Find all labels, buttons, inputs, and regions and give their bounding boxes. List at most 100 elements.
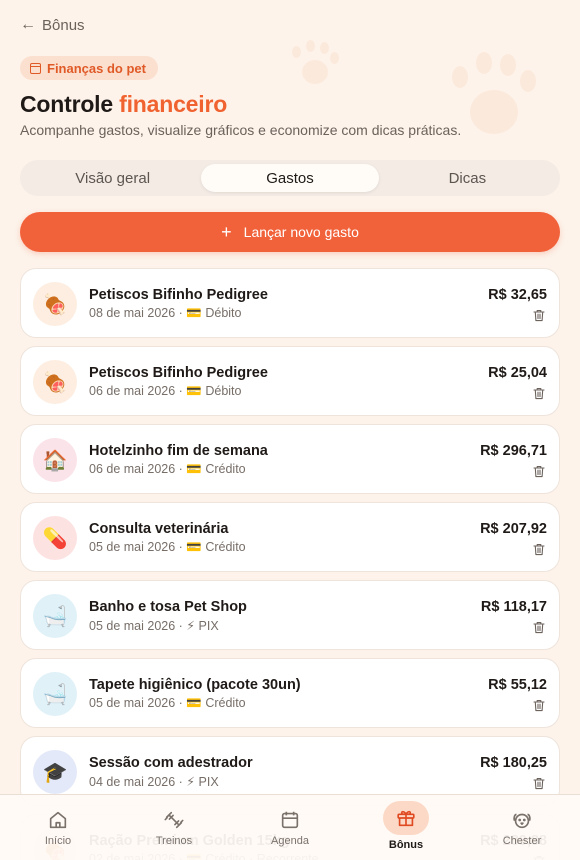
bathtub-icon: 🛁 — [33, 672, 77, 716]
nav-item-treinos[interactable]: Treinos — [116, 795, 232, 860]
tab-bar: Visão geral Gastos Dicas — [20, 160, 560, 196]
meta-separator: · — [175, 775, 187, 789]
nav-item-bonus[interactable]: Bônus — [348, 795, 464, 860]
expense-amount: R$ 32,65 — [488, 287, 547, 303]
trash-icon[interactable] — [533, 387, 545, 400]
nav-item-label: Agenda — [271, 834, 309, 847]
expense-name: Tapete higiênico (pacote 30un) — [89, 677, 301, 693]
meat-icon: 🍖 — [33, 282, 77, 326]
tab-gastos[interactable]: Gastos — [201, 164, 379, 192]
expense-name: Sessão com adestrador — [89, 755, 253, 771]
payment-method: Crédito — [205, 462, 246, 476]
expense-date: 05 de mai 2026 — [89, 619, 176, 633]
expense-date: 05 de mai 2026 — [89, 696, 176, 710]
expense-card[interactable]: 🍖 Petiscos Bifinho Pedigree 08 de mai 2026… — [20, 268, 560, 338]
meta-separator: · — [175, 540, 187, 554]
graduation-cap-icon: 🎓 — [33, 750, 77, 794]
expense-card[interactable]: 🛁 Tapete higiênico (pacote 30un) 05 de mai… — [20, 658, 560, 728]
expense-meta: 04 de mai 2026 · ⚡ PIX — [89, 774, 219, 789]
card-icon: 💳 — [186, 384, 206, 398]
expense-card[interactable]: 🍖 Petiscos Bifinho Pedigree 06 de mai 2026… — [20, 346, 560, 416]
gift-icon — [383, 800, 429, 835]
expense-amount: R$ 55,12 — [488, 677, 547, 693]
pill-icon: 💊 — [33, 516, 77, 560]
nav-item-agenda[interactable]: Agenda — [232, 795, 348, 860]
expense-list: 🍖 Petiscos Bifinho Pedigree 08 de mai 2026… — [20, 268, 560, 860]
expense-meta: 06 de mai 2026 · 💳 Débito — [89, 384, 241, 399]
trash-icon[interactable] — [533, 465, 545, 478]
section-chip-label: Finanças do pet — [47, 60, 146, 76]
tab-dicas[interactable]: Dicas — [379, 164, 556, 192]
card-icon: 💳 — [186, 306, 206, 320]
nav-item-inicio[interactable]: Início — [0, 795, 116, 860]
card-icon: 💳 — [186, 696, 206, 710]
back-link-label: Bônus — [42, 16, 85, 34]
nav-item-chester[interactable]: Chester — [464, 795, 580, 860]
nav-item-label: Início — [44, 834, 72, 847]
meta-separator: · — [175, 696, 187, 710]
payment-method: PIX — [198, 775, 219, 789]
expense-date: 04 de mai 2026 — [89, 775, 176, 789]
expense-meta: 06 de mai 2026 · 💳 Crédito — [89, 462, 246, 477]
expense-name: Banho e tosa Pet Shop — [89, 599, 247, 615]
arrow-left-icon: ← — [20, 16, 36, 33]
expense-name: Consulta veterinária — [89, 521, 229, 537]
lightning-icon: ⚡ — [186, 619, 199, 633]
payment-method: PIX — [198, 619, 219, 633]
expense-name: Hotelzinho fim de semana — [89, 443, 268, 459]
expense-meta: 05 de mai 2026 · ⚡ PIX — [89, 618, 219, 633]
expense-amount: R$ 118,17 — [480, 599, 547, 615]
card-icon: 💳 — [186, 540, 206, 554]
trash-icon[interactable] — [533, 777, 545, 790]
trash-icon[interactable] — [533, 621, 545, 634]
expense-date: 05 de mai 2026 — [89, 540, 176, 554]
trash-icon[interactable] — [533, 309, 545, 322]
meta-separator: · — [175, 384, 187, 398]
payment-method: Débito — [205, 384, 242, 398]
tab-visao-geral[interactable]: Visão geral — [24, 164, 201, 192]
expense-name: Petiscos Bifinho Pedigree — [89, 365, 268, 381]
expense-name: Petiscos Bifinho Pedigree — [89, 287, 268, 303]
page-title-main: Controle — [20, 91, 113, 117]
nav-item-label: Bônus — [388, 838, 424, 851]
expense-date: 06 de mai 2026 — [89, 462, 176, 476]
nav-item-label: Treinos — [155, 834, 193, 847]
expense-amount: R$ 207,92 — [480, 521, 547, 537]
expense-amount: R$ 180,25 — [480, 755, 547, 771]
page-title-accent: financeiro — [119, 91, 228, 117]
back-link[interactable]: ← Bônus — [20, 16, 85, 34]
expense-card[interactable]: 🏠 Hotelzinho fim de semana 06 de mai 2026 … — [20, 424, 560, 494]
payment-method: Crédito — [205, 696, 246, 710]
lightning-icon: ⚡ — [186, 775, 199, 789]
expense-card[interactable]: 💊 Consulta veterinária 05 de mai 2026 · 💳 … — [20, 502, 560, 572]
page-subtitle: Acompanhe gastos, visualize gráficos e e… — [20, 122, 462, 138]
meat-icon: 🍖 — [33, 360, 77, 404]
expense-amount: R$ 25,04 — [488, 365, 547, 381]
meta-separator: · — [175, 462, 187, 476]
card-icon: 💳 — [186, 462, 206, 476]
bottom-nav: Início Treinos Agenda Bônus Chester — [0, 794, 580, 860]
add-expense-label: Lançar novo gasto — [243, 224, 359, 240]
calendar-icon — [279, 809, 301, 831]
nav-item-label: Chester — [502, 834, 542, 847]
background-paw-decoration — [448, 52, 538, 142]
trash-icon[interactable] — [533, 543, 545, 556]
add-expense-button[interactable]: + Lançar novo gasto — [20, 212, 560, 252]
background-paw-decoration — [290, 40, 340, 90]
expense-meta: 05 de mai 2026 · 💳 Crédito — [89, 540, 246, 555]
expense-card[interactable]: 🛁 Banho e tosa Pet Shop 05 de mai 2026 · ⚡… — [20, 580, 560, 650]
payment-method: Débito — [205, 306, 242, 320]
section-chip: Finanças do pet — [20, 56, 158, 80]
payment-method: Crédito — [205, 540, 246, 554]
page-title: Controle financeiro — [20, 91, 227, 118]
meta-separator: · — [175, 619, 187, 633]
expense-date: 06 de mai 2026 — [89, 384, 176, 398]
trash-icon[interactable] — [533, 699, 545, 712]
house-icon: 🏠 — [33, 438, 77, 482]
bathtub-icon: 🛁 — [33, 594, 77, 638]
expense-meta: 05 de mai 2026 · 💳 Crédito — [89, 696, 246, 711]
home-icon — [47, 809, 69, 831]
expense-amount: R$ 296,71 — [480, 443, 547, 459]
dog-face-icon — [511, 809, 533, 831]
calendar-icon — [30, 62, 41, 74]
